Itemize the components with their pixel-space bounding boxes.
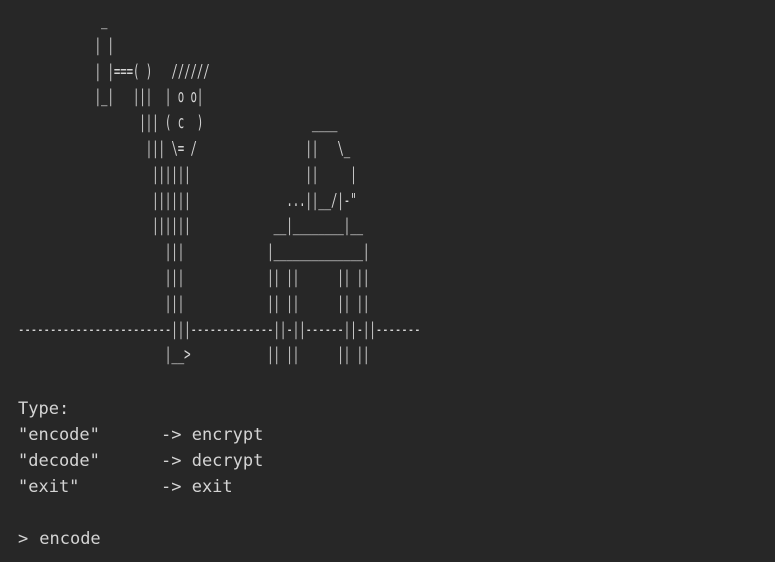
menu-item-exit: "exit" -> exit <box>18 474 263 500</box>
menu-command-description: -> decrypt <box>161 451 264 471</box>
menu-item-encode: "encode" -> encrypt <box>18 422 263 448</box>
menu-command-description: -> exit <box>161 477 233 497</box>
command-prompt-line[interactable]: > encode <box>18 526 101 552</box>
command-menu: Type: "encode" -> encrypt "decode" -> de… <box>18 396 263 500</box>
command-input[interactable]: encode <box>39 526 100 552</box>
menu-command-description: -> encrypt <box>161 425 264 445</box>
menu-item-decode: "decode" -> decrypt <box>18 448 263 474</box>
menu-heading: Type: <box>18 399 70 419</box>
menu-command-label: "decode" <box>18 451 100 471</box>
menu-heading-row: Type: <box>18 396 263 422</box>
menu-command-label: "exit" <box>18 477 80 497</box>
menu-command-label: "encode" <box>18 425 100 445</box>
prompt-symbol: > <box>18 529 29 549</box>
ascii-art-banner: _ | | | |===( ) ////// |_| ||| | o o| ||… <box>18 9 421 366</box>
terminal-window: _ | | | |===( ) ////// |_| ||| | o o| ||… <box>18 0 768 562</box>
